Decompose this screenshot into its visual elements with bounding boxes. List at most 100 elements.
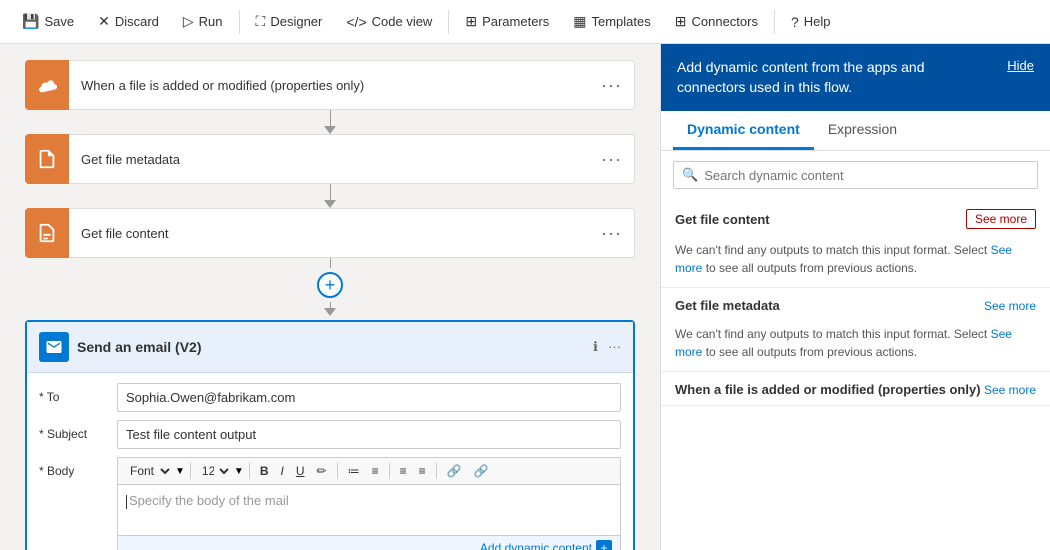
highlight-button[interactable]: ✏ (312, 462, 332, 480)
connectors-button[interactable]: ⊞ Connectors (665, 7, 768, 36)
dc-section-header-3: When a file is added or modified (proper… (661, 372, 1050, 405)
panel-header-title: Add dynamic content from the apps and co… (677, 58, 995, 97)
align-right-button[interactable]: ≡ (414, 462, 431, 480)
help-button[interactable]: ? Help (781, 8, 841, 36)
dc-section-header-1: Get file content See more (661, 199, 1050, 237)
connectors-icon: ⊞ (675, 13, 687, 30)
see-more-button-3[interactable]: See more (984, 383, 1036, 397)
connector-line (330, 258, 331, 268)
to-input[interactable] (117, 383, 621, 412)
right-panel: Add dynamic content from the apps and co… (660, 44, 1050, 550)
onedrive-icon (36, 74, 58, 96)
toolbar-div2 (249, 463, 250, 479)
numbered-list-button[interactable]: ≡ (367, 462, 384, 480)
toolbar-div5 (436, 463, 437, 479)
search-input[interactable] (704, 168, 1029, 183)
email-step: Send an email (V2) ℹ ··· * To * Subject (25, 320, 635, 550)
run-button[interactable]: ▷ Run (173, 7, 233, 36)
code-icon: </> (346, 14, 366, 30)
toolbar-div4 (389, 463, 390, 479)
designer-icon: ⛶ (256, 13, 266, 30)
add-step-button[interactable]: + (317, 272, 343, 298)
bold-button[interactable]: B (255, 462, 274, 480)
align-left-button[interactable]: ≡ (395, 462, 412, 480)
body-toolbar: Font ▼ 12 ▼ B I U ✏ (118, 458, 620, 485)
add-dynamic-button[interactable]: Add dynamic content + (480, 540, 612, 550)
arrow-1 (324, 110, 336, 134)
dynamic-plus-icon: + (596, 540, 612, 550)
body-row: * Body Font ▼ 12 ▼ (39, 457, 621, 550)
step2-label: Get file metadata (69, 138, 589, 181)
hide-panel-button[interactable]: Hide (1007, 58, 1034, 73)
body-cursor (126, 495, 127, 509)
email-step-header: Send an email (V2) ℹ ··· (27, 322, 633, 373)
file-icon (36, 148, 58, 170)
search-icon: 🔍 (682, 167, 698, 183)
body-label: * Body (39, 457, 109, 478)
arrow-2 (324, 184, 336, 208)
step1-icon-box (25, 60, 69, 110)
see-more-button-1[interactable]: See more (966, 209, 1036, 229)
email-step-actions: ℹ ··· (593, 339, 621, 355)
dc-section-header-2: Get file metadata See more (661, 288, 1050, 321)
panel-tabs: Dynamic content Expression (661, 111, 1050, 151)
bullet-list-button[interactable]: ≔ (343, 462, 365, 480)
font-size-select[interactable]: 12 (196, 461, 232, 481)
size-dropdown-icon: ▼ (234, 466, 244, 477)
dc-section-title-2: Get file metadata (675, 298, 780, 313)
flow-step-1: When a file is added or modified (proper… (25, 60, 635, 110)
email-icon (45, 338, 63, 356)
dc-section-title-1: Get file content (675, 212, 770, 227)
dc-section-get-file-metadata: Get file metadata See more We can't find… (661, 288, 1050, 372)
body-content[interactable]: Specify the body of the mail (118, 485, 620, 535)
step2-icon-box (25, 134, 69, 184)
parameters-button[interactable]: ⊞ Parameters (455, 7, 559, 36)
subject-input[interactable] (117, 420, 621, 449)
tab-dynamic-content[interactable]: Dynamic content (673, 111, 814, 150)
body-editor[interactable]: Font ▼ 12 ▼ B I U ✏ (117, 457, 621, 550)
step3-icon-box (25, 208, 69, 258)
dynamic-content-bar: Add dynamic content + (118, 535, 620, 550)
body-placeholder: Specify the body of the mail (129, 493, 289, 508)
tab-expression[interactable]: Expression (814, 111, 911, 150)
panel-header: Add dynamic content from the apps and co… (661, 44, 1050, 111)
step2-more-button[interactable]: ··· (589, 135, 634, 184)
step1-label: When a file is added or modified (proper… (69, 64, 589, 107)
content-icon (36, 222, 58, 244)
step3-label: Get file content (69, 212, 589, 255)
see-more-button-2[interactable]: See more (984, 299, 1036, 313)
arrow-tip (324, 308, 336, 316)
templates-icon: ▦ (573, 13, 586, 30)
font-select[interactable]: Font (124, 461, 173, 481)
step1-more-button[interactable]: ··· (589, 61, 634, 110)
email-icon-box (39, 332, 69, 362)
help-icon: ? (791, 14, 799, 30)
step3-more-button[interactable]: ··· (589, 209, 634, 258)
dc-body-1: We can't find any outputs to match this … (661, 237, 1050, 287)
run-icon: ▷ (183, 13, 194, 30)
separator (239, 10, 240, 34)
search-box: 🔍 (673, 161, 1038, 189)
font-dropdown-icon: ▼ (175, 466, 185, 477)
dc-section-get-file-content: Get file content See more We can't find … (661, 199, 1050, 288)
discard-button[interactable]: ✕ Discard (88, 7, 169, 36)
unlink-button[interactable]: 🔗 (469, 462, 494, 480)
info-icon[interactable]: ℹ (593, 339, 598, 355)
save-button[interactable]: 💾 Save (12, 7, 84, 36)
dc-body-2: We can't find any outputs to match this … (661, 321, 1050, 371)
designer-button[interactable]: ⛶ Designer (246, 7, 333, 36)
templates-button[interactable]: ▦ Templates (563, 7, 660, 36)
code-view-button[interactable]: </> Code view (336, 8, 442, 36)
toolbar-div3 (337, 463, 338, 479)
separator3 (774, 10, 775, 34)
toolbar-div1 (190, 463, 191, 479)
save-icon: 💾 (22, 13, 39, 30)
main-layout: When a file is added or modified (proper… (0, 44, 1050, 550)
email-more-button[interactable]: ··· (608, 339, 621, 355)
italic-button[interactable]: I (275, 462, 288, 480)
search-row: 🔍 (661, 151, 1050, 199)
link-button[interactable]: 🔗 (442, 462, 467, 480)
panel-content: Get file content See more We can't find … (661, 199, 1050, 550)
flow-step-2: Get file metadata ··· (25, 134, 635, 184)
underline-button[interactable]: U (291, 462, 310, 480)
